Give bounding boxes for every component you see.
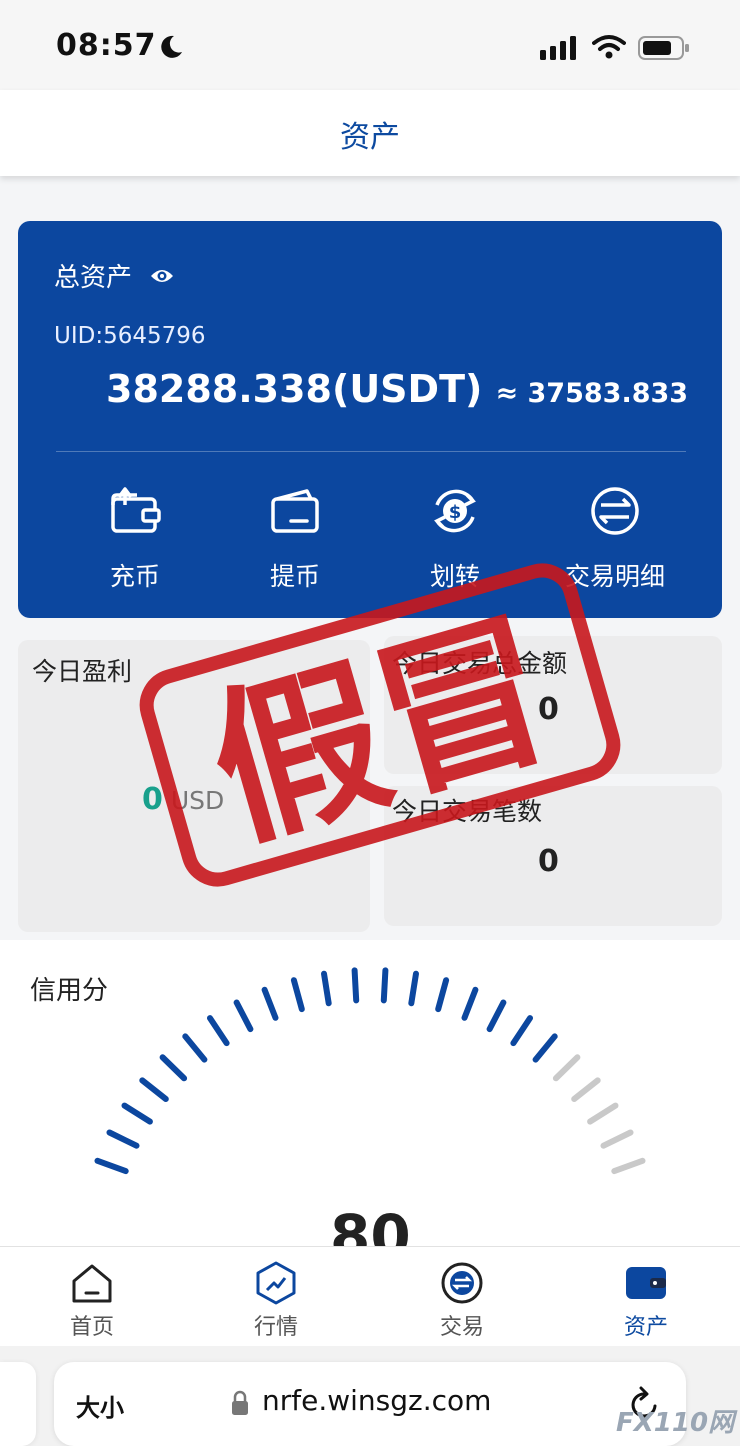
gauge-tick bbox=[486, 999, 507, 1033]
address-bar[interactable]: 大小 nrfe.winsgz.com bbox=[54, 1362, 686, 1446]
gauge-tick bbox=[121, 1102, 153, 1125]
gauge-tick bbox=[587, 1102, 619, 1125]
tab-home[interactable]: 首页 bbox=[32, 1261, 152, 1341]
gauge-tick bbox=[408, 970, 419, 1007]
lock-icon bbox=[232, 1390, 248, 1415]
profit-value-row: 0 USD bbox=[142, 782, 224, 817]
svg-text:$: $ bbox=[449, 502, 462, 523]
profit-card: 今日盈利 0 USD bbox=[18, 640, 370, 932]
market-chart-icon bbox=[256, 1261, 296, 1305]
total-assets-label: 总资产 bbox=[54, 263, 133, 293]
profit-value: 0 bbox=[142, 782, 163, 817]
count-value: 0 bbox=[538, 844, 559, 879]
credit-section: 信用分 80 bbox=[0, 940, 740, 1270]
gauge-tick bbox=[321, 970, 332, 1007]
text-size-button[interactable]: 大小 bbox=[76, 1388, 124, 1423]
gauge-tick bbox=[351, 967, 360, 1004]
balance-row: 38288.338(USDT) ≈ 37583.833 bbox=[106, 367, 688, 411]
tab-trade-label: 交易 bbox=[439, 1315, 484, 1340]
trade-exchange-icon bbox=[441, 1262, 483, 1304]
transaction-detail-label: 交易明细 bbox=[564, 562, 665, 591]
gauge-tick bbox=[552, 1054, 581, 1082]
count-title: 今日交易笔数 bbox=[392, 797, 543, 826]
tab-assets-label: 资产 bbox=[623, 1315, 668, 1340]
gauge-tick bbox=[510, 1015, 533, 1047]
profit-title: 今日盈利 bbox=[32, 657, 133, 686]
profit-unit: USD bbox=[170, 786, 225, 815]
tab-bar: 首页 行情 交易 资产 bbox=[0, 1246, 740, 1346]
withdraw-wallet-icon bbox=[271, 489, 319, 533]
tab-home-label: 首页 bbox=[69, 1315, 114, 1340]
gauge-tick bbox=[571, 1077, 601, 1102]
count-card: 今日交易笔数 0 bbox=[384, 786, 722, 926]
tab-trade[interactable]: 交易 bbox=[402, 1261, 522, 1341]
battery-icon bbox=[638, 36, 689, 60]
previous-tab-edge[interactable] bbox=[0, 1362, 36, 1446]
cellular-signal-icon bbox=[540, 36, 576, 60]
gauge-tick bbox=[532, 1033, 558, 1063]
asset-card: 总资产 UID:5645796 38288.338(USDT) ≈ 37583.… bbox=[18, 221, 722, 618]
volume-title: 今日交易总金额 bbox=[392, 649, 568, 678]
volume-card: 今日交易总金额 0 bbox=[384, 636, 722, 774]
withdraw-button[interactable]: 提币 bbox=[220, 483, 370, 593]
page-title: 资产 bbox=[340, 120, 400, 155]
wifi-icon bbox=[592, 35, 626, 59]
moon-icon bbox=[161, 35, 182, 58]
gauge-tick bbox=[290, 977, 305, 1013]
transaction-detail-icon bbox=[591, 487, 639, 535]
transfer-button[interactable]: $ 划转 bbox=[380, 483, 530, 593]
tab-assets[interactable]: 资产 bbox=[586, 1261, 706, 1341]
gauge-tick bbox=[94, 1157, 129, 1175]
assets-wallet-icon bbox=[626, 1267, 666, 1299]
gauge-tick bbox=[435, 977, 450, 1013]
tab-market[interactable]: 行情 bbox=[216, 1261, 336, 1341]
deposit-wallet-icon bbox=[111, 487, 161, 533]
balance-approx: ≈ 37583.833 bbox=[495, 378, 689, 409]
watermark-logo: FX110网 bbox=[616, 1408, 735, 1438]
gauge-tick bbox=[261, 986, 279, 1021]
transfer-dollar-icon: $ bbox=[434, 489, 476, 533]
balance-value: 38288.338(USDT) bbox=[106, 367, 483, 411]
gauge-tick bbox=[106, 1129, 140, 1149]
browser-bar: 大小 nrfe.winsgz.com FX110网 bbox=[0, 1346, 740, 1446]
status-time: 08:57 bbox=[56, 28, 157, 63]
uid-text: UID:5645796 bbox=[54, 323, 206, 349]
credit-gauge bbox=[94, 967, 646, 1175]
eye-icon[interactable] bbox=[150, 265, 174, 287]
tab-market-label: 行情 bbox=[253, 1315, 298, 1340]
volume-value: 0 bbox=[538, 692, 559, 727]
gauge-tick bbox=[233, 999, 254, 1033]
transaction-detail-button[interactable]: 交易明细 bbox=[540, 483, 690, 593]
withdraw-label: 提币 bbox=[269, 562, 320, 591]
gauge-tick bbox=[461, 986, 479, 1021]
gauge-tick bbox=[182, 1033, 208, 1063]
gauge-tick bbox=[611, 1157, 646, 1175]
url-text: nrfe.winsgz.com bbox=[262, 1384, 492, 1417]
home-icon bbox=[72, 1264, 112, 1303]
gauge-tick bbox=[380, 967, 389, 1004]
gauge-tick bbox=[139, 1077, 169, 1102]
gauge-tick bbox=[600, 1129, 634, 1149]
gauge-tick bbox=[207, 1015, 230, 1047]
deposit-button[interactable]: 充币 bbox=[60, 483, 210, 593]
transfer-label: 划转 bbox=[429, 562, 480, 591]
status-bar: 08:57 bbox=[0, 0, 740, 90]
app-header: 资产 bbox=[0, 90, 740, 176]
gauge-tick bbox=[159, 1054, 188, 1082]
deposit-label: 充币 bbox=[109, 562, 160, 591]
card-divider bbox=[56, 451, 686, 452]
